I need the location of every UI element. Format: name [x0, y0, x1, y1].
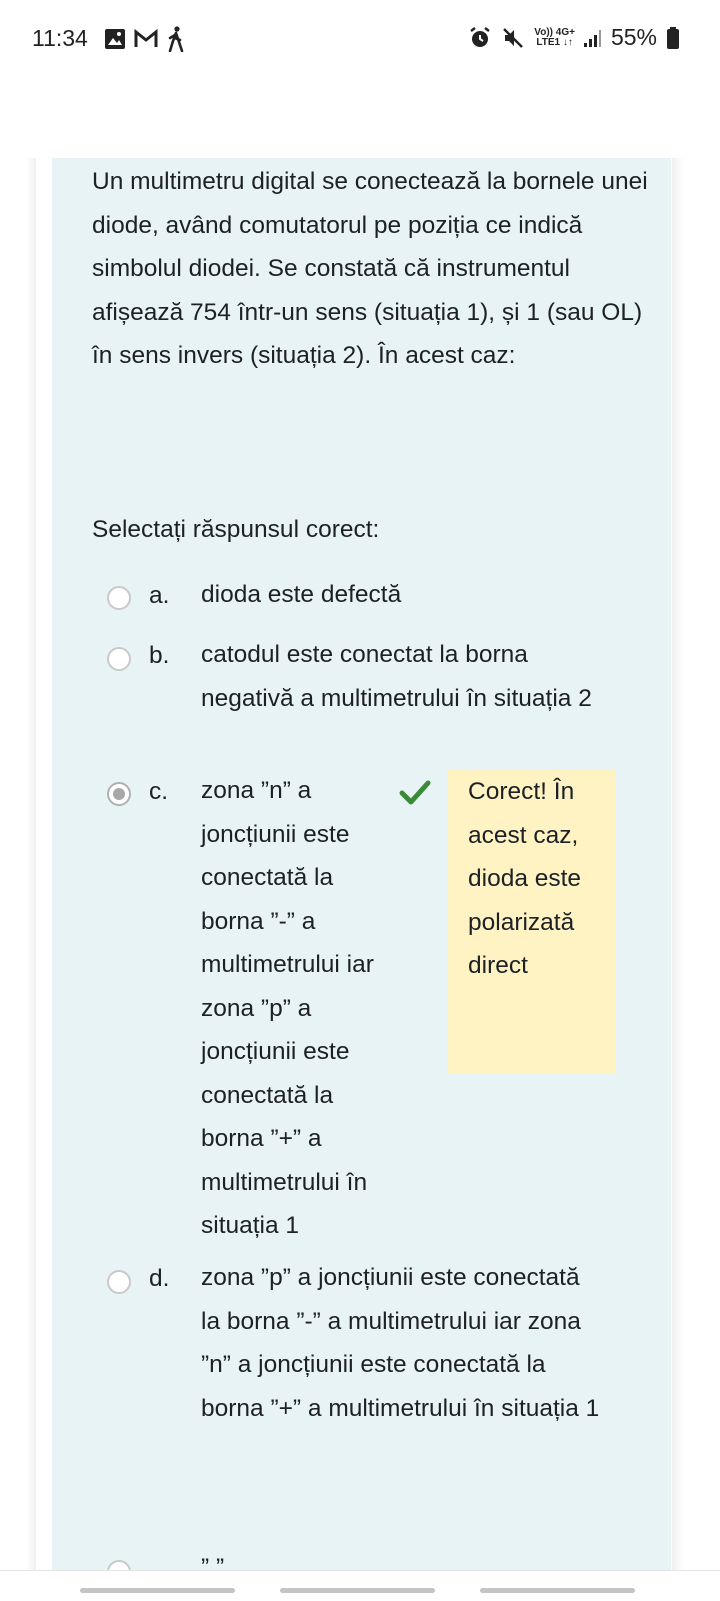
nav-home-button[interactable] [280, 1588, 435, 1593]
nav-recents-button[interactable] [80, 1588, 235, 1593]
network-indicator: Vo)) 4G+ LTE1 ↓↑ [534, 26, 575, 48]
option-d-text: zona ”p” a joncțiunii este conectată la … [201, 1264, 600, 1422]
option-c-letter: c. [149, 778, 169, 805]
option-c-radio[interactable] [107, 782, 131, 806]
status-time: 11:34 [32, 25, 88, 51]
system-icons: Vo)) 4G+ LTE1 ↓↑ 55% [468, 24, 680, 51]
signal-icon [583, 29, 601, 47]
battery-percentage: 55% [610, 24, 657, 50]
quiz-page: Un multimetru digital se conectează la b… [0, 158, 720, 1570]
page-shadow-left [26, 158, 36, 1570]
question-text: Un multimetru digital se conectează la b… [92, 168, 648, 369]
option-b-text: catodul este conectat la borna negativă … [201, 641, 592, 712]
option-d-radio[interactable] [107, 1270, 131, 1294]
navigation-bar [0, 1570, 720, 1601]
option-a-text: dioda este defectă [201, 581, 402, 608]
gmail-icon [134, 29, 158, 47]
option-e-radio[interactable] [107, 1560, 131, 1570]
option-b-letter: b. [149, 642, 170, 669]
option-d-letter: d. [149, 1265, 170, 1292]
notification-icons [104, 26, 186, 52]
question-card: Un multimetru digital se conectează la b… [52, 158, 671, 1570]
option-c-text: zona ”n” a joncțiunii este conectată la … [201, 777, 374, 1239]
nav-back-button[interactable] [480, 1588, 635, 1593]
option-a-letter: a. [149, 582, 170, 609]
gallery-icon [105, 29, 125, 49]
option-a-radio[interactable] [107, 586, 131, 610]
mute-icon [503, 27, 524, 48]
battery-icon [667, 26, 679, 49]
feedback-text: Corect! În acest caz, dioda este polariz… [468, 778, 582, 979]
network-bottom-label: LTE1 ↓↑ [536, 36, 573, 48]
app-bar [0, 60, 720, 159]
check-icon [399, 780, 431, 805]
network-top-label: Vo)) 4G+ [534, 26, 575, 38]
feedback-box: Corect! În acest caz, dioda este polariz… [448, 770, 616, 1073]
option-e-text-cutoff: ” ” [201, 1554, 225, 1570]
alarm-icon [470, 26, 491, 47]
walking-icon [168, 26, 184, 52]
option-b-radio[interactable] [107, 647, 131, 671]
answer-prompt: Selectați răspunsul corect: [92, 516, 380, 543]
page-shadow-right [672, 158, 684, 1570]
